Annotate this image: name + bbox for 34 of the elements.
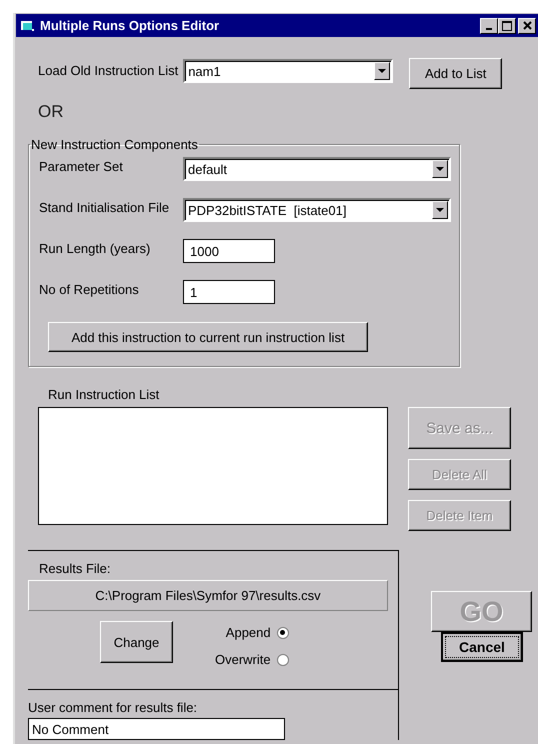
maximize-button[interactable] (498, 18, 516, 34)
dropdown-field[interactable]: PDP32bitISTATE [istate01] (183, 198, 451, 222)
radio-option[interactable]: Overwrite (215, 652, 289, 667)
radio-option[interactable]: Append (226, 625, 289, 640)
maximize-icon (502, 20, 512, 30)
group-title: New Instruction Components (30, 137, 199, 152)
or-label: OR (38, 102, 64, 122)
field-label: Parameter Set (39, 158, 124, 174)
close-icon (522, 21, 532, 30)
field-label: No of Repetitions (39, 281, 140, 297)
minimize-button[interactable] (480, 18, 498, 34)
app-icon (21, 20, 35, 32)
cancel-button[interactable]: Cancel (441, 632, 523, 662)
radio-button[interactable] (276, 654, 289, 666)
run-list-label: Run Instruction List (48, 387, 160, 404)
instruction-list-dropdown[interactable]: nam1 (183, 59, 394, 83)
add-to-list-button[interactable]: Add to List (409, 58, 502, 89)
load-list-label: Load Old Instruction List (38, 62, 178, 78)
radio-button[interactable] (276, 626, 289, 638)
input-field[interactable]: 1 (183, 280, 275, 304)
dropdown-field[interactable]: default (183, 157, 451, 181)
minimize-icon (486, 28, 492, 30)
change-button[interactable]: Change (100, 621, 173, 663)
field-label: Stand Initialisation File (39, 199, 170, 215)
window-title: Multiple Runs Options Editor (40, 18, 220, 33)
field-label: Run Length (years) (39, 240, 152, 256)
comment-label: User comment for results file: (28, 700, 198, 715)
results-file-label: Results File: (39, 561, 112, 576)
results-path-field: C:\Program Files\Symfor 97\results.csv (28, 580, 388, 611)
input-field[interactable]: 1000 (183, 239, 275, 263)
comment-field[interactable]: No Comment (28, 718, 285, 740)
close-button[interactable] (518, 18, 536, 34)
add-instruction-button[interactable]: Add this instruction to current run instruction list (48, 322, 368, 352)
run-instruction-listbox[interactable] (38, 407, 388, 525)
